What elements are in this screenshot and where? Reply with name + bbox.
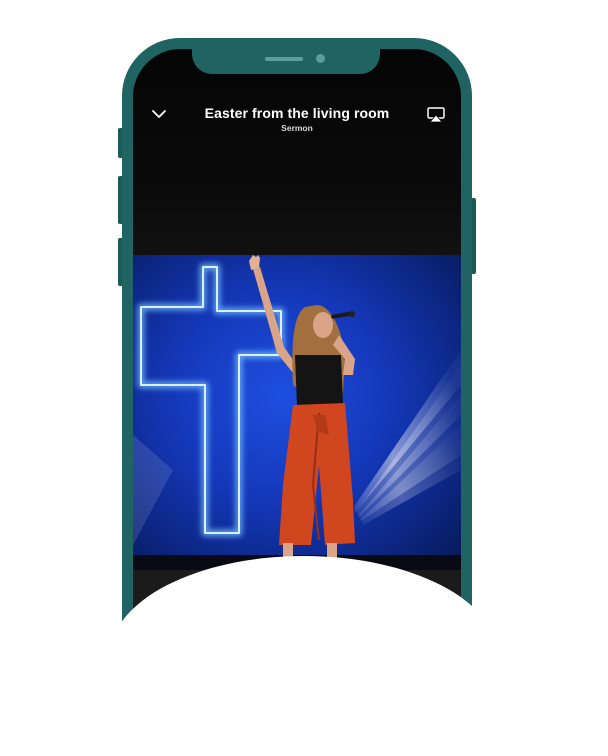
player-header <box>133 49 461 259</box>
chevron-down-icon[interactable] <box>151 108 167 120</box>
phone-notch <box>192 38 380 74</box>
front-camera <box>316 54 325 63</box>
player-title: Easter from the living room <box>204 105 390 121</box>
video-frame[interactable] <box>133 255 461 570</box>
player-title-block: Easter from the living room Sermon <box>173 105 421 133</box>
airplay-icon[interactable] <box>427 107 445 123</box>
speaker-grille <box>265 57 303 61</box>
player-subtitle: Sermon <box>281 123 313 133</box>
bottom-fade-arc <box>110 556 498 756</box>
